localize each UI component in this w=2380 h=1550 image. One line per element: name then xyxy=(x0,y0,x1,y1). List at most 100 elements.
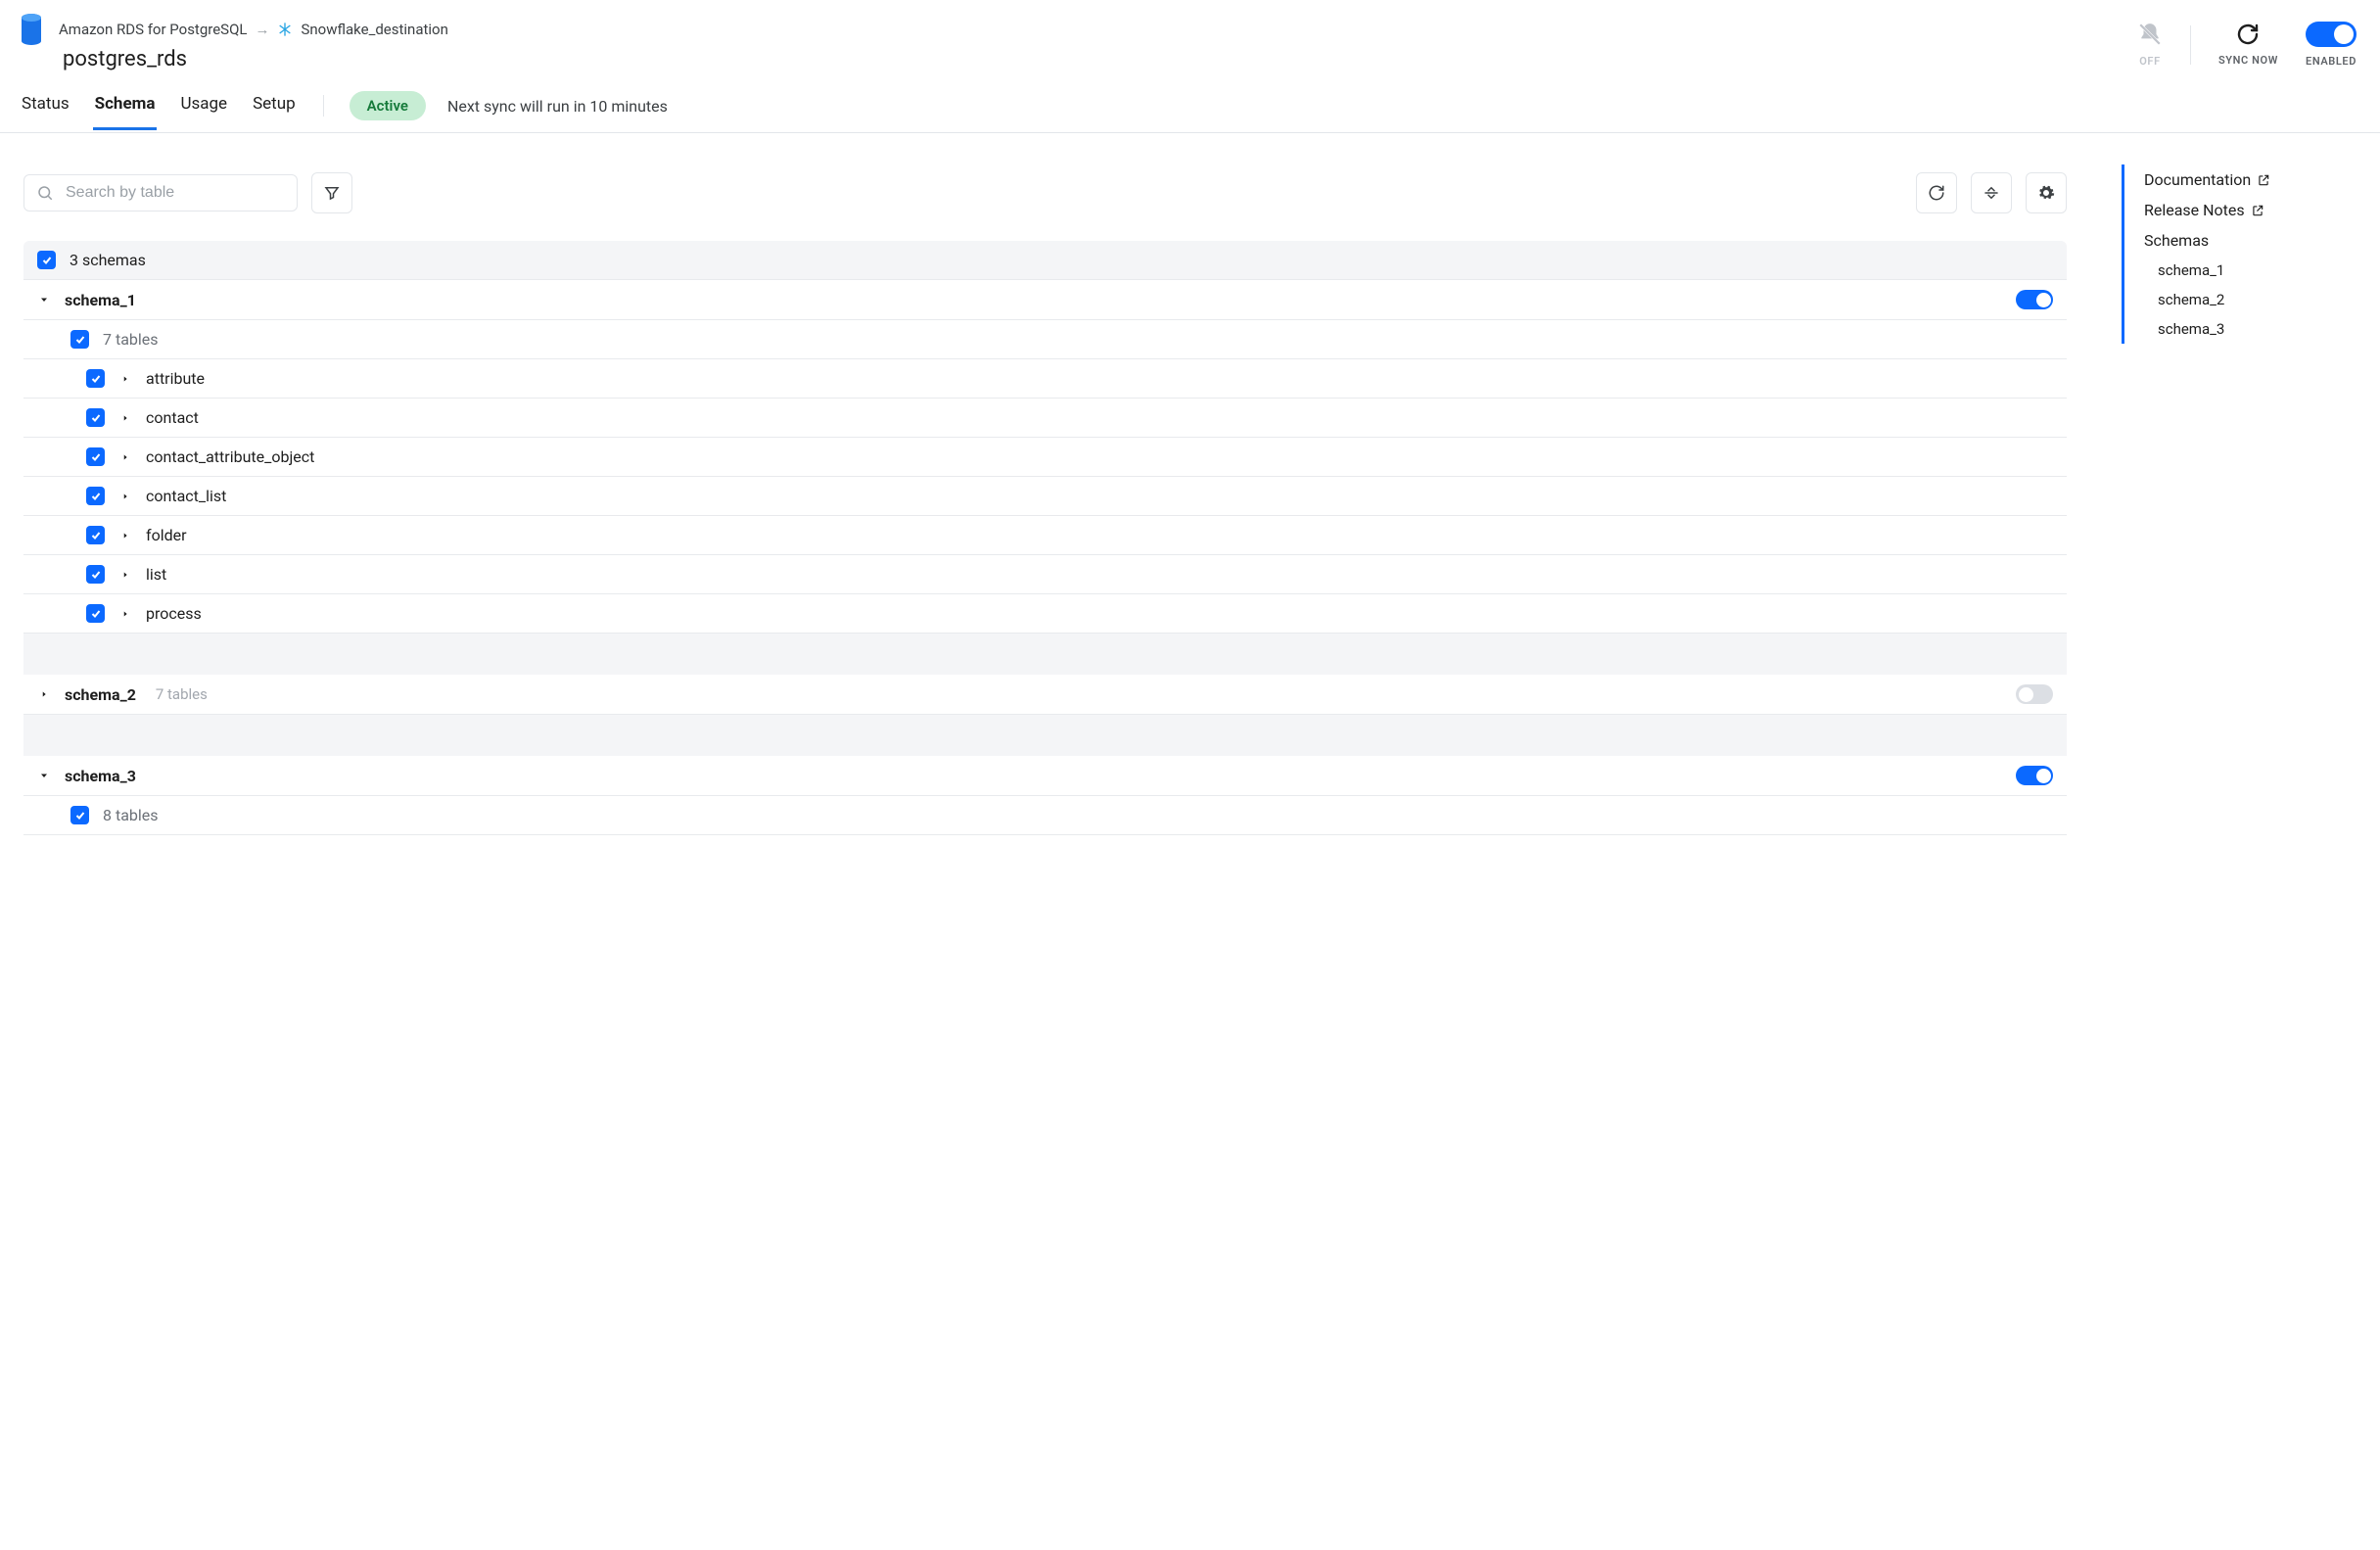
schema-row-schema_1[interactable]: schema_1 xyxy=(23,279,2067,320)
snowflake-icon xyxy=(277,22,293,37)
enabled-toggle-container: ENABLED xyxy=(2306,22,2357,68)
table-row[interactable]: contact_list xyxy=(23,477,2067,516)
table-checkbox[interactable] xyxy=(86,369,105,388)
spacer-row xyxy=(23,715,2067,756)
breadcrumb-destination[interactable]: Snowflake_destination xyxy=(301,21,447,38)
schema-name: schema_2 xyxy=(65,685,136,704)
chevron-right-icon[interactable] xyxy=(118,570,132,580)
notifications-label: OFF xyxy=(2139,55,2160,68)
tab-schema[interactable]: Schema xyxy=(93,94,158,130)
collapse-vertical-icon xyxy=(1983,184,2000,202)
tables-count-label: 8 tables xyxy=(103,806,159,824)
external-link-icon xyxy=(2251,204,2264,217)
resync-button[interactable] xyxy=(1916,172,1957,213)
collapse-expand-button[interactable] xyxy=(1971,172,2012,213)
sync-now-label: SYNC NOW xyxy=(2218,54,2278,67)
schema3-table-count-row: 8 tables xyxy=(23,796,2067,835)
filter-icon xyxy=(323,184,341,202)
chevron-right-icon[interactable] xyxy=(118,531,132,540)
release-notes-link[interactable]: Release Notes xyxy=(2144,195,2357,225)
table-name: contact_list xyxy=(146,487,226,505)
search-input-container xyxy=(23,174,298,211)
schema-enable-toggle[interactable] xyxy=(2016,684,2053,704)
tab-usage[interactable]: Usage xyxy=(178,94,229,130)
table-checkbox[interactable] xyxy=(86,487,105,505)
schema-row-schema_2[interactable]: schema_2 7 tables xyxy=(23,675,2067,715)
table-row[interactable]: process xyxy=(23,594,2067,634)
table-checkbox[interactable] xyxy=(86,408,105,427)
breadcrumb-source[interactable]: Amazon RDS for PostgreSQL xyxy=(59,21,247,38)
tab-setup[interactable]: Setup xyxy=(251,94,298,130)
table-checkbox[interactable] xyxy=(86,526,105,544)
spacer-row xyxy=(23,634,2067,675)
tables-count-label: 7 tables xyxy=(156,685,208,703)
select-all-checkbox[interactable] xyxy=(37,251,56,269)
table-row[interactable]: attribute xyxy=(23,359,2067,399)
schema-name: schema_1 xyxy=(65,291,136,309)
schema1-table-count-row: 7 tables xyxy=(23,320,2067,359)
chevron-right-icon[interactable] xyxy=(118,492,132,501)
sidebar-schema-link[interactable]: schema_2 xyxy=(2144,285,2357,314)
status-badge: Active xyxy=(350,91,426,120)
schema-list: 3 schemas schema_1 7 tables xyxy=(23,241,2067,835)
select-all-tables-checkbox[interactable] xyxy=(70,806,89,824)
sync-now-button[interactable]: SYNC NOW xyxy=(2218,23,2278,67)
table-name: folder xyxy=(146,526,187,544)
schema-row-schema_3[interactable]: schema_3 xyxy=(23,756,2067,796)
table-name: process xyxy=(146,604,202,623)
side-link-label: Release Notes xyxy=(2144,201,2245,219)
source-db-icon xyxy=(16,14,47,45)
side-link-label: schema_2 xyxy=(2158,291,2224,308)
sidebar-schema-link[interactable]: schema_3 xyxy=(2144,314,2357,344)
sidebar-schema-link[interactable]: schema_1 xyxy=(2144,256,2357,285)
refresh-icon xyxy=(2236,23,2260,46)
tables-count-label: 7 tables xyxy=(103,330,159,349)
schema-enable-toggle[interactable] xyxy=(2016,766,2053,785)
table-name: contact xyxy=(146,408,199,427)
bell-off-icon xyxy=(2137,22,2163,47)
enabled-label: ENABLED xyxy=(2306,55,2357,68)
search-input[interactable] xyxy=(64,183,285,203)
external-link-icon xyxy=(2257,173,2270,187)
side-link-label: schema_1 xyxy=(2158,261,2224,279)
side-link-label: Documentation xyxy=(2144,170,2251,189)
refresh-icon xyxy=(1928,184,1945,202)
schema-name: schema_3 xyxy=(65,767,136,785)
chevron-right-icon[interactable] xyxy=(37,689,51,699)
tab-status[interactable]: Status xyxy=(20,94,71,130)
schema-summary-row: 3 schemas xyxy=(23,241,2067,279)
tabs: Status Schema Usage Setup Active Next sy… xyxy=(20,91,2137,132)
chevron-right-icon[interactable] xyxy=(118,609,132,619)
tab-divider xyxy=(323,95,324,117)
page-title: postgres_rds xyxy=(63,47,2137,71)
search-icon xyxy=(36,184,54,202)
filter-button[interactable] xyxy=(311,172,352,213)
arrow-right-icon: → xyxy=(255,21,269,38)
breadcrumb: Amazon RDS for PostgreSQL → Snowflake_de… xyxy=(59,21,448,38)
table-checkbox[interactable] xyxy=(86,565,105,584)
toolbar xyxy=(23,172,2067,213)
table-row[interactable]: contact_attribute_object xyxy=(23,438,2067,477)
chevron-down-icon[interactable] xyxy=(37,770,51,781)
table-row[interactable]: list xyxy=(23,555,2067,594)
settings-button[interactable] xyxy=(2026,172,2067,213)
header: Amazon RDS for PostgreSQL → Snowflake_de… xyxy=(0,0,2380,133)
enabled-toggle[interactable] xyxy=(2306,22,2357,47)
notifications-toggle[interactable]: OFF xyxy=(2137,22,2163,68)
table-row[interactable]: folder xyxy=(23,516,2067,555)
schemas-section-label: Schemas xyxy=(2144,225,2357,256)
chevron-right-icon[interactable] xyxy=(118,413,132,423)
schema-enable-toggle[interactable] xyxy=(2016,290,2053,309)
gear-icon xyxy=(2037,184,2055,202)
documentation-link[interactable]: Documentation xyxy=(2144,164,2357,195)
table-name: contact_attribute_object xyxy=(146,447,314,466)
chevron-down-icon[interactable] xyxy=(37,294,51,305)
chevron-right-icon[interactable] xyxy=(118,452,132,462)
table-checkbox[interactable] xyxy=(86,604,105,623)
table-row[interactable]: contact xyxy=(23,399,2067,438)
table-name: list xyxy=(146,565,166,584)
table-name: attribute xyxy=(146,369,205,388)
chevron-right-icon[interactable] xyxy=(118,374,132,384)
table-checkbox[interactable] xyxy=(86,447,105,466)
select-all-tables-checkbox[interactable] xyxy=(70,330,89,349)
